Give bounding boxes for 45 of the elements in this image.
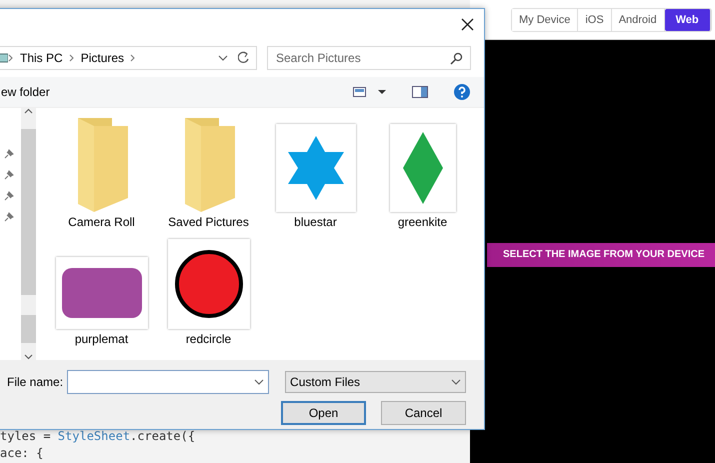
select-image-banner[interactable]: SELECT THE IMAGE FROM YOUR DEVICE [487,242,715,266]
scroll-up-icon[interactable] [24,108,33,115]
view-icon[interactable] [353,87,366,97]
chevron-right-icon[interactable] [130,54,136,62]
file-name[interactable]: bluestar [294,215,337,229]
dropdown-icon[interactable] [218,55,228,61]
pin-icon[interactable] [3,169,14,180]
code-line: ace: { [0,445,44,462]
chevron-right-icon[interactable] [8,54,14,62]
image-thumbnail[interactable] [276,124,356,212]
image-thumbnail[interactable] [390,124,456,212]
search-icon[interactable] [450,52,463,65]
dropdown-icon[interactable] [254,379,264,385]
caret-icon[interactable] [378,90,386,94]
image-thumbnail[interactable] [56,257,148,329]
image-thumbnail[interactable] [168,239,250,329]
platform-tab[interactable]: My Device [512,8,578,30]
breadcrumb-item[interactable]: Pictures [80,51,124,65]
breadcrumb-item[interactable]: This PC [20,51,63,65]
code-line: tyles = StyleSheet.create({ [0,428,196,445]
dialog-button[interactable]: Open [281,401,366,425]
scrollbar[interactable] [21,108,36,360]
file-name[interactable]: redcircle [186,332,232,346]
dialog-button[interactable]: Cancel [381,401,466,425]
field-label: File name: [7,375,64,389]
refresh-icon[interactable] [238,51,250,65]
pin-icon[interactable] [3,148,14,159]
platform-tab[interactable]: Web [664,8,711,30]
file-name[interactable]: greenkite [398,215,448,229]
file-name-field[interactable] [67,370,270,394]
file-name[interactable]: Saved Pictures [168,215,249,229]
file-name[interactable]: Camera Roll [68,215,135,229]
scroll-down-icon[interactable] [24,353,33,360]
computer-icon [0,52,8,64]
close-icon[interactable] [461,18,474,30]
new-folder-button[interactable]: ew folder [1,85,50,99]
chevron-right-icon[interactable] [68,54,75,62]
preview-pane-icon[interactable] [412,86,428,98]
file-name[interactable]: purplemat [74,332,128,346]
file-type-dropdown[interactable]: Custom Files [285,371,466,393]
pin-icon[interactable] [3,211,14,222]
pin-icon[interactable] [3,190,14,201]
search-field[interactable]: Search Pictures [267,46,471,70]
dropdown-icon[interactable] [451,379,461,385]
help-icon[interactable] [454,84,470,100]
